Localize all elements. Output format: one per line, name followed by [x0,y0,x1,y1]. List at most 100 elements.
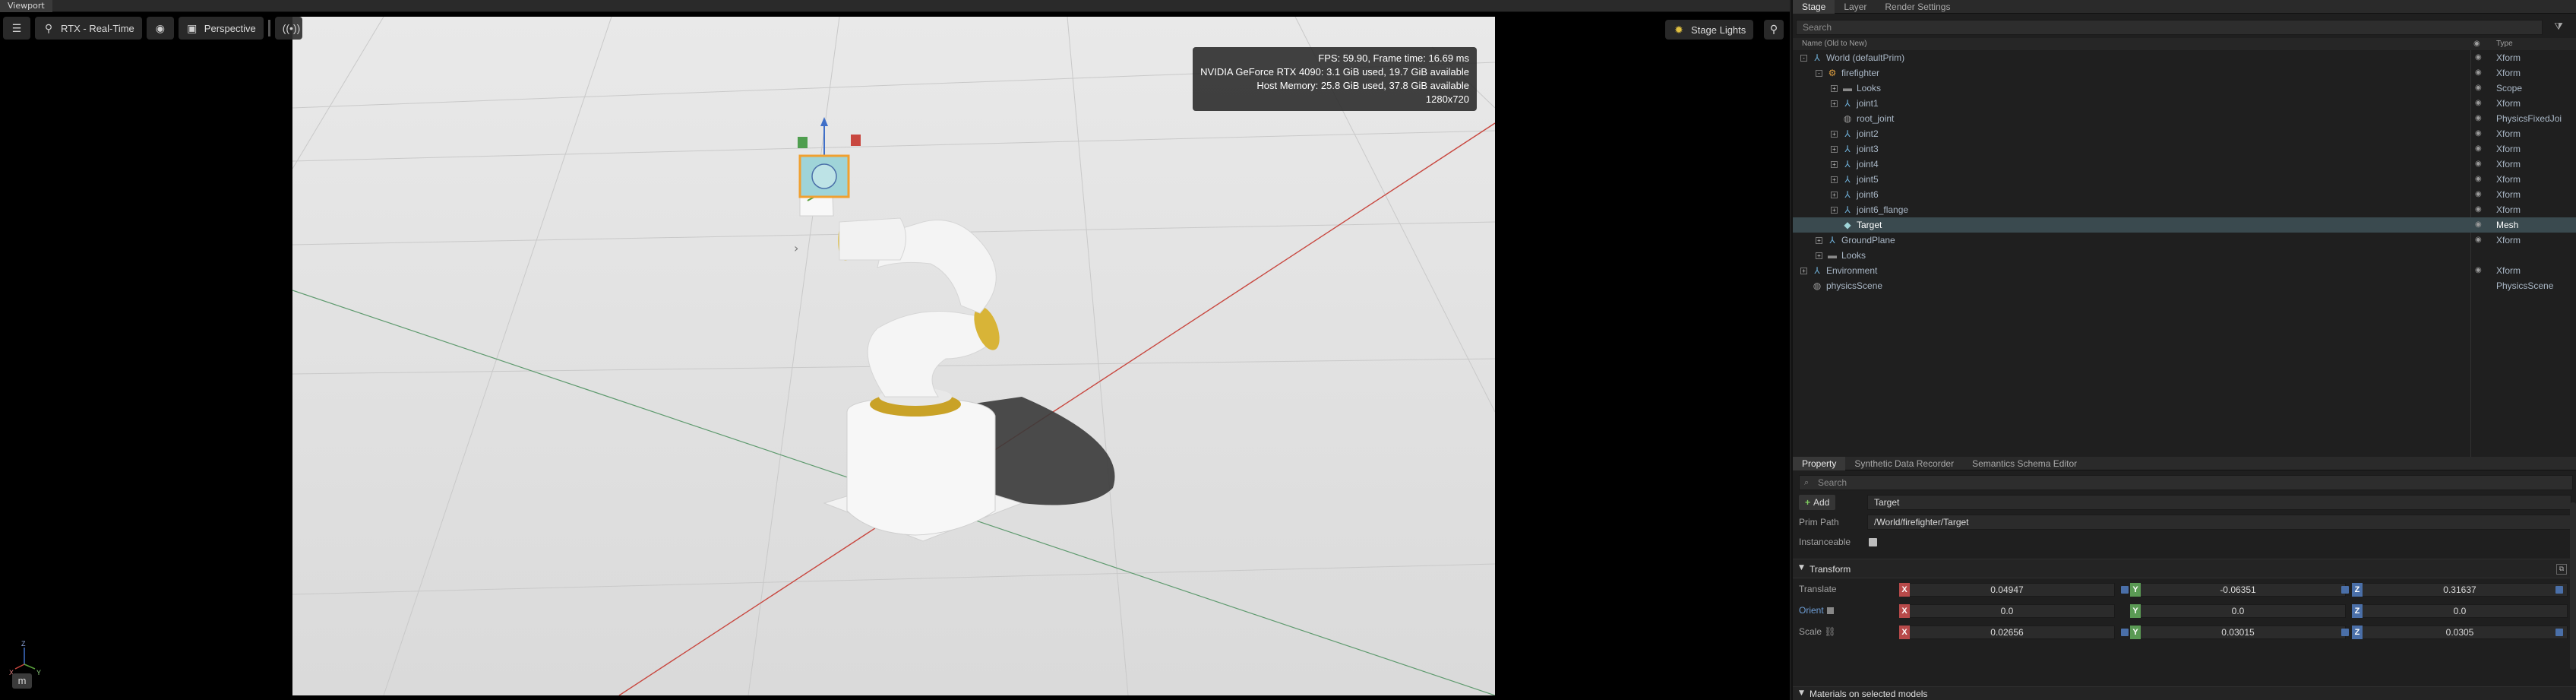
orient-label[interactable]: Orient [1799,603,1834,618]
materials-section-header[interactable]: ▼ Materials on selected models [1793,686,2576,700]
tab-layer[interactable]: Layer [1835,0,1876,14]
transform-options-button[interactable]: ⧉ [2556,564,2567,575]
expand-icon[interactable]: + [1831,146,1838,153]
scale-x-key-button[interactable] [2121,629,2129,636]
filter-icon[interactable]: ⧩ [2551,19,2566,34]
tab-viewport[interactable]: Viewport [0,0,52,12]
add-button[interactable]: + Add [1799,495,1836,510]
expand-icon[interactable]: + [1831,192,1838,198]
orient-row: Orient X 0.0 Y 0.0 Z 0.0 [1793,600,2576,621]
stage-tree-row[interactable]: + ⅄ joint5 ◉ Xform [1793,172,2576,187]
visibility-eye-icon[interactable]: ◉ [2475,84,2486,93]
translate-z-key-button[interactable] [2555,586,2563,594]
orient-y-field[interactable]: Y 0.0 [2130,604,2346,618]
stage-tree-row[interactable]: + ⅄ GroundPlane ◉ Xform [1793,233,2576,248]
tab-semantics-schema-editor[interactable]: Semantics Schema Editor [1963,457,2086,470]
eye-icon: ◉ [155,22,165,34]
scale-y-field[interactable]: Y 0.03015 [2130,626,2346,639]
stage-row-label: joint1 [1857,98,1879,109]
expand-icon[interactable]: + [1816,252,1822,259]
transform-section-header[interactable]: ▼ Transform ⧉ [1793,559,2576,578]
stage-row-type: Xform [2496,98,2521,109]
tab-synthetic-data-recorder[interactable]: Synthetic Data Recorder [1845,457,1963,470]
visibility-eye-icon[interactable]: ◉ [2475,53,2486,62]
xform-icon: ⅄ [1814,52,1820,63]
renderer-menu-button[interactable]: ⚲ RTX - Real-Time [35,17,142,40]
visibility-eye-icon[interactable]: ◉ [2475,129,2486,138]
visibility-eye-icon[interactable]: ◉ [2475,205,2486,214]
type-column-header[interactable]: Type [2496,38,2513,50]
location-pin-button[interactable]: ⚲ [1764,20,1784,40]
tab-render-settings[interactable]: Render Settings [1876,0,1959,14]
visibility-eye-icon[interactable]: ◉ [2475,144,2486,154]
stage-tree-row[interactable]: - ⚙ firefighter ◉ Xform [1793,65,2576,81]
unit-badge[interactable]: m [12,673,32,689]
viewport-scene[interactable]: › FPS: 59.90, Frame time: 16.69 ms NVIDI… [292,17,1495,695]
translate-x-field[interactable]: X 0.04947 [1899,583,2115,597]
prim-path-field[interactable]: /World/firefighter/Target [1867,515,2571,530]
visibility-eye-icon[interactable]: ◉ [2475,190,2486,199]
expand-icon[interactable]: + [1831,207,1838,214]
stage-search-input[interactable]: Search ⧩ [1796,20,2563,35]
stage-tree[interactable]: - ⅄ World (defaultPrim) ◉ Xform - ⚙ firefighter… [1793,50,2576,461]
scale-z-key-button[interactable] [2555,629,2563,636]
orient-z-field[interactable]: Z 0.0 [2352,604,2568,618]
prim-name-field[interactable]: Target [1867,495,2571,510]
settings-menu-button[interactable]: ☰ [3,17,30,40]
stage-lights-button[interactable]: ✹ Stage Lights [1665,20,1754,40]
translate-x-key-button[interactable] [2121,586,2129,594]
stage-tree-row[interactable]: + ⅄ joint3 ◉ Xform [1793,141,2576,157]
orient-z-value: 0.0 [2453,606,2467,616]
camera-menu-button[interactable]: ▣ Perspective [178,17,264,40]
scale-y-key-button[interactable] [2341,629,2349,636]
visibility-eye-icon[interactable]: ◉ [2475,175,2486,184]
visibility-eye-icon[interactable]: ◉ [2475,68,2486,78]
stage-tree-row[interactable]: + ▬ Looks ◉ Scope [1793,81,2576,96]
property-search-input[interactable]: ⌕ Search [1799,475,2573,490]
visibility-eye-icon[interactable]: ◉ [2475,99,2486,108]
link-scale-icon[interactable]: ⛓ [1824,626,1835,637]
translate-z-field[interactable]: Z 0.31637 [2352,583,2568,597]
property-scrollbar[interactable] [2570,502,2576,670]
stage-tree-row[interactable]: + ⅄ joint1 ◉ Xform [1793,96,2576,111]
collapse-icon[interactable]: - [1800,55,1807,62]
prim-path-label: Prim Path [1799,517,1839,527]
expand-icon[interactable]: + [1831,161,1838,168]
expand-icon[interactable]: + [1831,100,1838,107]
expand-icon[interactable]: + [1800,268,1807,274]
stage-tree-row[interactable]: + ▬ Looks [1793,248,2576,263]
expand-icon[interactable]: + [1831,85,1838,92]
stage-tree-row[interactable]: ◍ physicsScene PhysicsScene [1793,278,2576,293]
scale-z-field[interactable]: Z 0.0305 [2352,626,2568,639]
tab-property[interactable]: Property [1793,457,1846,470]
stage-tree-row[interactable]: - ⅄ World (defaultPrim) ◉ Xform [1793,50,2576,65]
visibility-eye-icon[interactable]: ◉ [2475,266,2486,275]
orient-x-field[interactable]: X 0.0 [1899,604,2115,618]
transform-gizmo[interactable] [798,117,861,201]
stage-tree-row[interactable]: + ⅄ joint6 ◉ Xform [1793,187,2576,202]
visibility-eye-icon[interactable]: ◉ [2475,220,2486,230]
visibility-menu-button[interactable]: ◉ [146,17,174,40]
stage-tree-row[interactable]: + ⅄ joint4 ◉ Xform [1793,157,2576,172]
viewport-panel[interactable]: Viewport ☰ ⚲ RTX - Real-Time ◉ ▣ Perspec… [0,0,1790,700]
translate-y-field[interactable]: Y -0.06351 [2130,583,2346,597]
visibility-eye-icon[interactable]: ◉ [2475,236,2486,245]
stage-tree-row[interactable]: + ⅄ joint2 ◉ Xform [1793,126,2576,141]
expand-icon[interactable]: + [1831,176,1838,183]
stage-tree-row[interactable]: + ⅄ joint6_flange ◉ Xform [1793,202,2576,217]
stage-tree-row[interactable]: + ⅄ Environment ◉ Xform [1793,263,2576,278]
scale-x-field[interactable]: X 0.02656 [1899,626,2115,639]
stage-tree-row[interactable]: ◍ root_joint ◉ PhysicsFixedJoi [1793,111,2576,126]
broadcast-button[interactable]: ((•)) [274,17,302,40]
visibility-eye-icon[interactable]: ◉ [2475,160,2486,169]
orient-mode-icon[interactable] [1826,607,1834,615]
visibility-eye-icon[interactable]: ◉ [2475,114,2486,123]
name-column-header[interactable]: Name (Old to New) [1802,38,1867,50]
expand-icon[interactable]: + [1831,131,1838,138]
stage-tree-row[interactable]: ◆ Target ◉ Mesh [1793,217,2576,233]
collapse-icon[interactable]: - [1816,70,1822,77]
instanceable-checkbox[interactable] [1869,538,1877,546]
expand-icon[interactable]: + [1816,237,1822,244]
translate-y-key-button[interactable] [2341,586,2349,594]
tab-stage[interactable]: Stage [1793,0,1835,14]
